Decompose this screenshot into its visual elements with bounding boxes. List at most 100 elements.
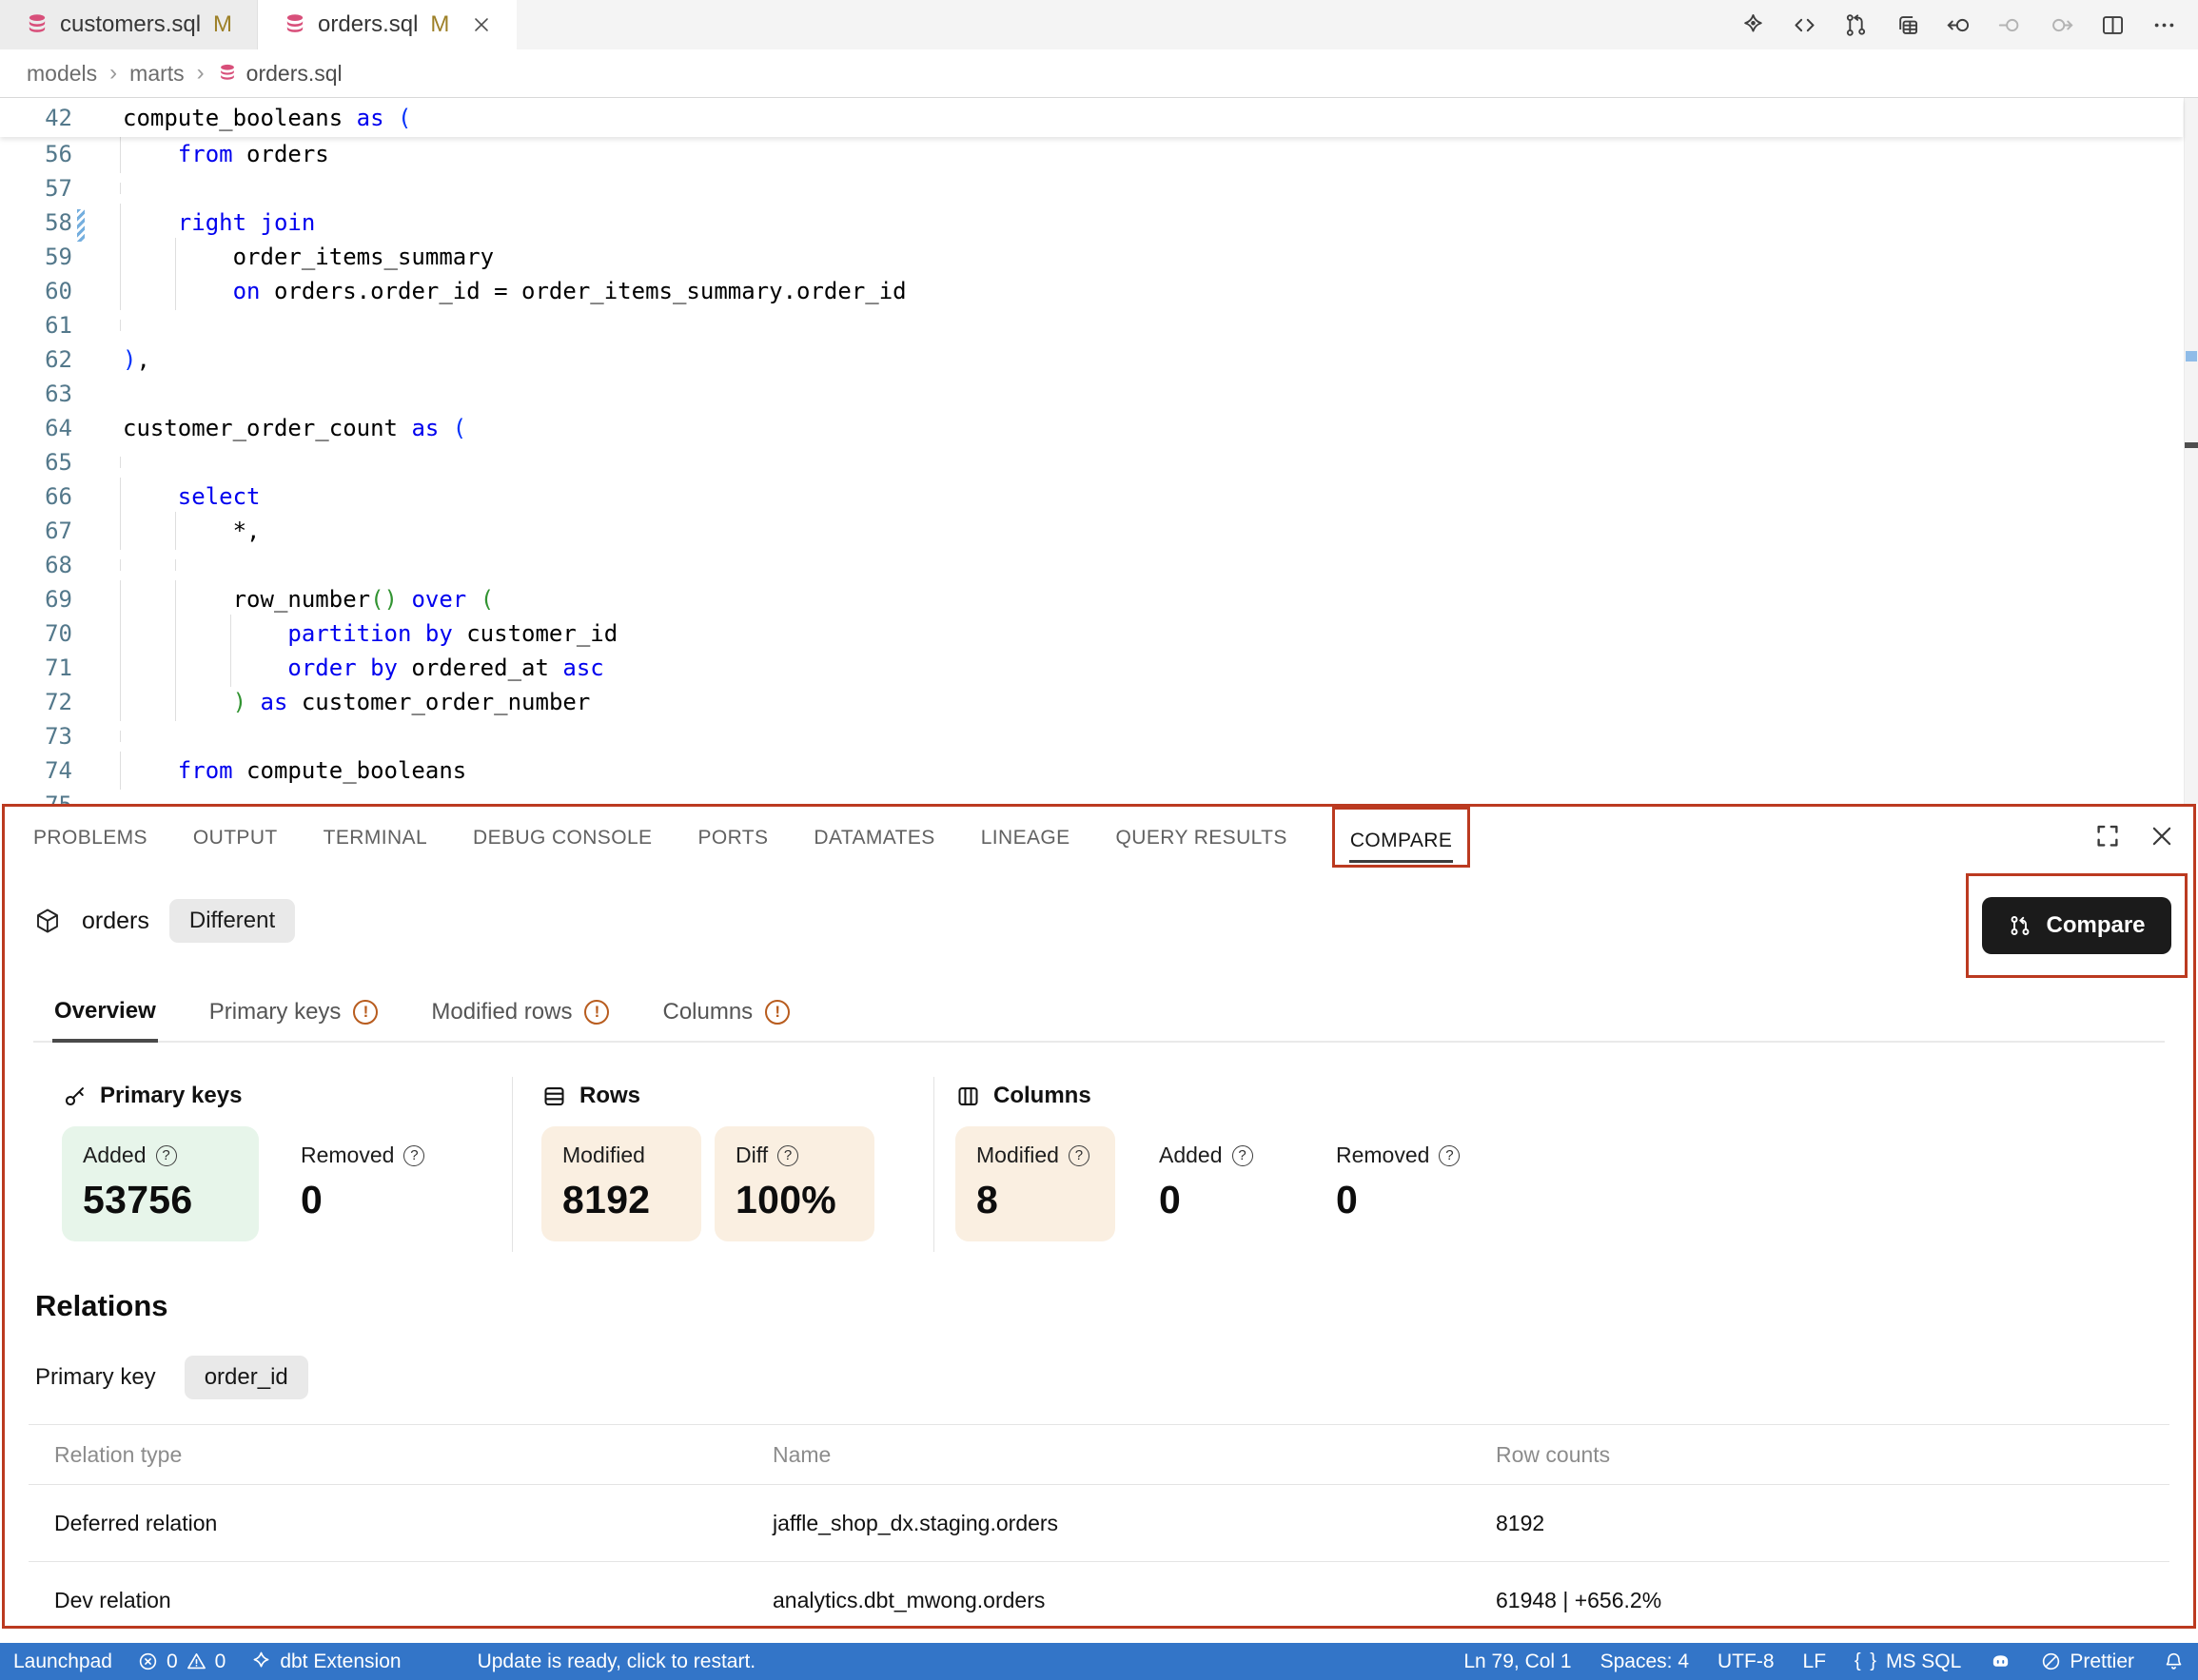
line-number: 58 [0,209,72,236]
panel-tab-debug-console[interactable]: DEBUG CONSOLE [472,807,653,857]
code-editor[interactable]: 42compute_booleans as (56 from orders575… [0,98,2198,804]
indent-guide [175,272,176,310]
stat-label: Modified [562,1143,645,1168]
tab-label: orders.sql [318,11,418,38]
columns-icon [955,1084,981,1109]
panel-tab-terminal[interactable]: TERMINAL [323,807,428,857]
encoding-setting[interactable]: UTF-8 [1717,1651,1775,1673]
help-icon[interactable]: ? [156,1145,177,1166]
editor-tab-orders-sql[interactable]: orders.sqlM [258,0,517,49]
code-line[interactable]: 73 [0,719,2183,753]
breadcrumb-item-models[interactable]: models [27,61,97,87]
update-message[interactable]: Update is ready, click to restart. [478,1651,756,1673]
notifications-bell-icon[interactable] [2163,1651,2185,1672]
code-line[interactable]: 69 row_number() over ( [0,582,2183,616]
warning-circle-icon: ! [353,1000,378,1025]
subtab-modified-rows[interactable]: Modified rows! [429,996,611,1041]
panel-tab-compare[interactable]: COMPARE [1349,810,1453,863]
git-compare-icon[interactable] [1843,12,1869,38]
code-line[interactable]: 59 order_items_summary [0,240,2183,274]
code-line[interactable]: 57 [0,171,2183,205]
panel-tab-lineage[interactable]: LINEAGE [980,807,1071,857]
dbt-power-user-icon[interactable] [1740,12,1766,38]
preview-table-icon[interactable] [1894,12,1920,38]
eol-setting[interactable]: LF [1803,1651,1827,1673]
stat-label: Modified [976,1143,1059,1168]
code-line[interactable]: 72 ) as customer_order_number [0,685,2183,719]
table-cell: analytics.dbt_mwong.orders [773,1588,1496,1613]
indent-guide [120,683,121,721]
stat-rows-diff: Diff?100% [715,1126,874,1241]
sticky-scroll-line[interactable]: 42compute_booleans as ( [0,98,2183,137]
help-icon[interactable]: ? [777,1145,798,1166]
git-compare-icon [2008,913,2032,938]
code-line[interactable]: 71 order by ordered_at asc [0,651,2183,685]
formatter-status[interactable]: Prettier [2040,1651,2134,1673]
code-line[interactable]: 75 [0,788,2183,804]
next-change-icon[interactable] [2049,12,2074,38]
stat-value: 0 [1159,1178,1292,1222]
more-actions-icon[interactable] [2151,12,2177,38]
subtab-columns[interactable]: Columns! [660,996,792,1041]
line-number: 67 [0,518,72,544]
code-line[interactable]: 62), [0,342,2183,377]
maximize-panel-icon[interactable] [2093,822,2122,850]
line-number: 68 [0,552,72,578]
dbt-extension-status[interactable]: dbt Extension [250,1651,401,1673]
help-icon[interactable]: ? [1232,1145,1253,1166]
code-line[interactable]: 74 from compute_booleans [0,753,2183,788]
line-number: 56 [0,141,72,167]
stats-section-primary-keys: Primary keysAdded?53756Removed?0 [29,1073,512,1256]
editor-tab-customers-sql[interactable]: customers.sqlM [0,0,258,49]
help-icon[interactable]: ? [403,1145,424,1166]
previous-change-icon[interactable] [1997,12,2023,38]
code-icon[interactable] [1792,12,1817,38]
code-line[interactable]: 67 *, [0,514,2183,548]
code-line[interactable]: 58 right join [0,205,2183,240]
copilot-icon[interactable] [1990,1651,2012,1672]
close-panel-icon[interactable] [2148,822,2176,850]
panel-tab-query-results[interactable]: QUERY RESULTS [1115,807,1288,857]
code-line[interactable]: 60 on orders.order_id = order_items_summ… [0,274,2183,308]
launchpad-button[interactable]: Launchpad [13,1651,112,1673]
code-line[interactable]: 68 [0,548,2183,582]
help-icon[interactable]: ? [1439,1145,1460,1166]
stats-section-title: Rows [579,1083,640,1109]
code-line[interactable]: 61 [0,308,2183,342]
breadcrumb-item-marts[interactable]: marts [129,61,185,87]
panel-tab-output[interactable]: OUTPUT [192,807,279,857]
warning-icon [186,1651,207,1672]
overview-ruler[interactable] [2184,98,2198,804]
stat-value: 8 [976,1178,1094,1222]
stats-section-title: Columns [993,1083,1091,1109]
code-line[interactable]: 65 [0,445,2183,479]
indentation-setting[interactable]: Spaces: 4 [1600,1651,1689,1673]
split-editor-icon[interactable] [2100,12,2126,38]
relations-heading: Relations [35,1287,168,1325]
close-tab-icon[interactable] [471,14,492,35]
line-number: 62 [0,346,72,373]
stat-columns-modified: Modified? 8 [955,1126,1115,1241]
primary-key-badge: order_id [185,1356,308,1399]
code-line[interactable]: 66 select [0,479,2183,514]
subtab-primary-keys[interactable]: Primary keys! [207,996,381,1041]
compare-button[interactable]: Compare [1982,897,2170,954]
breadcrumb-item-file[interactable]: orders.sql [217,61,343,87]
cursor-position[interactable]: Ln 79, Col 1 [1463,1651,1571,1673]
code-line[interactable]: 56 from orders [0,137,2183,171]
panel-tab-ports[interactable]: PORTS [697,807,769,857]
open-change-icon[interactable] [1946,12,1972,38]
code-line[interactable]: 63 [0,377,2183,411]
subtab-overview[interactable]: Overview [52,996,158,1043]
indent-guide [175,615,176,653]
help-icon[interactable]: ? [1069,1145,1089,1166]
line-number: 60 [0,278,72,304]
language-mode[interactable]: { } MS SQL [1855,1651,1961,1673]
problems-status[interactable]: 0 0 [137,1651,226,1673]
panel-tab-datamates[interactable]: DATAMATES [813,807,935,857]
slash-circle-icon [2040,1651,2062,1672]
code-line[interactable]: 70 partition by customer_id [0,616,2183,651]
code-text: select [123,483,261,510]
panel-tab-problems[interactable]: PROBLEMS [32,807,148,857]
code-line[interactable]: 64customer_order_count as ( [0,411,2183,445]
